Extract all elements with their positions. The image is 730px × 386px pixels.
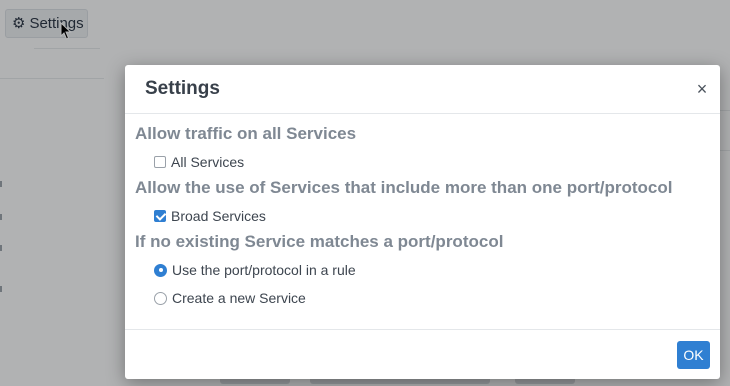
use-port-protocol-radio[interactable] [154, 263, 167, 277]
create-service-option[interactable]: Create a new Service [135, 286, 720, 310]
all-services-label: All Services [171, 154, 245, 170]
section-title-no-match: If no existing Service matches a port/pr… [135, 232, 504, 251]
section-title-all-services: Allow traffic on all Services [135, 124, 357, 143]
dialog-body: Allow traffic on all Services All Servic… [125, 114, 720, 339]
ok-button[interactable]: OK [677, 340, 710, 369]
broad-services-option[interactable]: Broad Services [135, 204, 720, 228]
all-services-option[interactable]: All Services [135, 150, 720, 174]
section-title-broad-services: Allow the use of Services that include m… [135, 178, 673, 197]
close-icon[interactable]: × [692, 79, 712, 99]
dialog-header: Settings × [125, 65, 720, 114]
dialog-footer: OK [125, 329, 720, 379]
create-service-label: Create a new Service [172, 290, 306, 306]
use-port-protocol-option[interactable]: Use the port/protocol in a rule [135, 258, 720, 282]
settings-dialog: Settings × Allow traffic on all Services… [125, 65, 720, 379]
create-service-radio[interactable] [154, 291, 167, 305]
dialog-title: Settings [145, 78, 220, 99]
broad-services-checkbox[interactable] [154, 210, 166, 222]
all-services-checkbox[interactable] [154, 156, 166, 168]
use-port-protocol-label: Use the port/protocol in a rule [172, 262, 356, 278]
broad-services-label: Broad Services [171, 208, 266, 224]
